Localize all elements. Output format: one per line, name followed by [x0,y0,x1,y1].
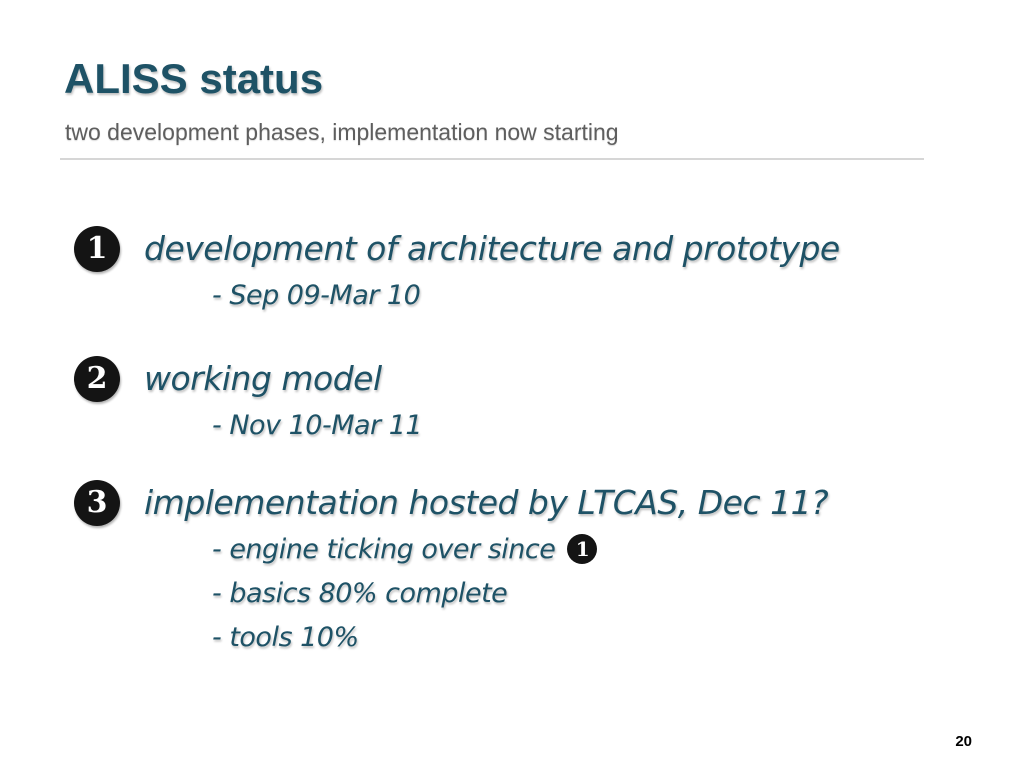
phase-header: 2 working model [74,356,974,404]
slide-subtitle: two development phases, implementation n… [65,119,619,145]
phase-detail-line: - engine ticking over since 1 [212,528,974,572]
phase-label: development of architecture and prototyp… [144,229,840,268]
phase-item-1: 1 development of architecture and protot… [74,226,974,318]
phase-detail-text: - engine ticking over since [212,534,556,565]
phase-item-2: 2 working model - Nov 10-Mar 11 [74,356,974,448]
slide-title: ALISS status [64,55,324,102]
number-2-bullet-icon: 2 [74,356,120,402]
number-1-reference-icon: 1 [567,534,598,564]
phase-item-3: 3 implementation hosted by LTCAS, Dec 11… [74,480,974,660]
phase-header: 1 development of architecture and protot… [74,226,974,274]
title-divider [60,158,924,160]
phase-detail-line: - Nov 10-Mar 11 [212,410,423,441]
phase-detail-line: - tools 10% [212,622,359,653]
phase-header: 3 implementation hosted by LTCAS, Dec 11… [74,480,974,528]
phase-label: working model [144,359,382,398]
number-3-bullet-icon: 3 [74,480,120,526]
page-number: 20 [955,733,972,750]
phase-detail-line: - Sep 09-Mar 10 [212,280,421,311]
number-1-bullet-icon: 1 [74,226,120,272]
phase-detail-line: - basics 80% complete [212,578,508,609]
phase-label: implementation hosted by LTCAS, Dec 11? [144,483,829,522]
